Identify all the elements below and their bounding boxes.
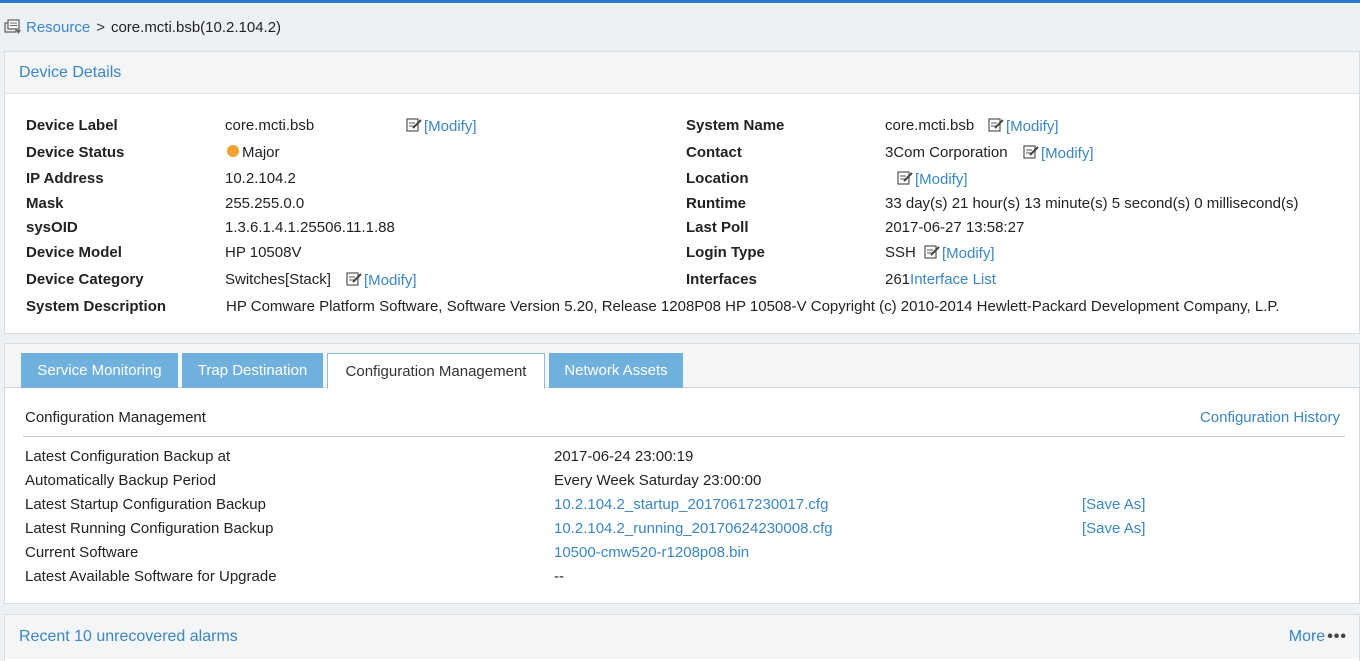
interface-list-link[interactable]: Interface List <box>910 271 996 288</box>
more-dots-icon: ••• <box>1327 628 1347 645</box>
login-type-modify[interactable]: [Modify] <box>924 244 995 262</box>
modify-link[interactable]: [Modify] <box>424 118 477 135</box>
current-software-link[interactable]: 10500-cmw520-r1208p08.bin <box>554 544 749 561</box>
runtime-value: 33 day(s) 21 hour(s) 13 minute(s) 5 seco… <box>885 195 1299 212</box>
tab-network-assets[interactable]: Network Assets <box>549 353 683 388</box>
config-row-label: Current Software <box>25 544 139 561</box>
config-row-label: Latest Available Software for Upgrade <box>25 568 277 585</box>
breadcrumb-separator: > <box>96 18 105 36</box>
edit-icon <box>346 271 362 287</box>
device-label-value: core.mcti.bsb <box>225 117 315 134</box>
config-row-value: -- <box>554 568 564 585</box>
device-details-header: Device Details <box>5 52 1359 94</box>
config-row: Current Software 10500-cmw520-r1208p08.b… <box>25 544 1345 564</box>
interfaces-key: Interfaces <box>686 271 757 288</box>
tab-bar: Service Monitoring Trap Destination Conf… <box>5 344 1359 389</box>
mask-key: Mask <box>26 195 64 212</box>
recent-alarms-header: Recent 10 unrecovered alarms <box>5 615 1359 659</box>
interfaces-count: 261 <box>885 271 911 288</box>
login-type-value: SSH <box>885 244 916 261</box>
device-category-key: Device Category <box>26 271 144 288</box>
device-category-modify[interactable]: [Modify] <box>346 271 417 289</box>
last-poll-key: Last Poll <box>686 219 749 236</box>
device-status-value: Major <box>242 144 280 161</box>
config-row: Automatically Backup Period Every Week S… <box>25 472 1345 492</box>
last-poll-value: 2017-06-27 13:58:27 <box>885 219 1025 236</box>
config-row: Latest Available Software for Upgrade -- <box>25 568 1345 588</box>
config-row: Latest Configuration Backup at 2017-06-2… <box>25 448 1345 468</box>
device-model-value: HP 10508V <box>225 244 302 261</box>
breadcrumb-resource-link[interactable]: Resource <box>26 19 90 36</box>
edit-icon <box>406 117 422 133</box>
config-row-label: Latest Startup Configuration Backup <box>25 496 266 513</box>
modify-link[interactable]: [Modify] <box>1006 118 1059 135</box>
contact-modify[interactable]: [Modify] <box>1023 144 1094 162</box>
device-label-modify[interactable]: [Modify] <box>406 117 477 135</box>
device-status-key: Device Status <box>26 144 125 161</box>
device-tabs-panel: Service Monitoring Trap Destination Conf… <box>4 343 1360 604</box>
modify-link[interactable]: [Modify] <box>1041 145 1094 162</box>
edit-icon <box>897 170 913 186</box>
running-config-file-link[interactable]: 10.2.104.2_running_20170624230008.cfg <box>554 520 833 537</box>
tab-configuration-management[interactable]: Configuration Management <box>327 353 545 389</box>
config-row-label: Automatically Backup Period <box>25 472 216 489</box>
config-row-label: Latest Configuration Backup at <box>25 448 231 465</box>
modify-link[interactable]: [Modify] <box>942 245 995 262</box>
system-name-value: core.mcti.bsb <box>885 117 975 134</box>
interfaces-value-wrap: 261Interface List <box>885 271 996 288</box>
sysoid-key: sysOID <box>26 219 78 236</box>
status-dot-icon <box>227 145 239 157</box>
sysoid-value: 1.3.6.1.4.1.25506.11.1.88 <box>225 219 395 236</box>
config-row-label: Latest Running Configuration Backup <box>25 520 274 537</box>
more-label: More <box>1288 628 1326 645</box>
device-details-title: Device Details <box>19 63 122 81</box>
edit-icon <box>1023 144 1039 160</box>
location-modify[interactable]: [Modify] <box>897 170 968 188</box>
top-accent-bar <box>0 0 1360 3</box>
section-divider <box>23 436 1345 437</box>
config-section-title: Configuration Management <box>25 409 206 426</box>
tab-trap-destination[interactable]: Trap Destination <box>182 353 323 388</box>
config-row-value: Every Week Saturday 23:00:00 <box>554 472 762 489</box>
startup-save-as-link[interactable]: [Save As] <box>1082 496 1145 513</box>
config-row-value: 2017-06-24 23:00:19 <box>554 448 694 465</box>
mask-value: 255.255.0.0 <box>225 195 305 212</box>
device-label-key: Device Label <box>26 117 118 134</box>
modify-link[interactable]: [Modify] <box>364 272 417 289</box>
recent-alarms-panel: Recent 10 unrecovered alarms More ••• <box>4 614 1360 661</box>
edit-icon <box>924 244 940 260</box>
device-details-panel: Device Details Device Label core.mcti.bs… <box>4 51 1360 334</box>
system-name-key: System Name <box>686 117 785 134</box>
system-description-value: HP Comware Platform Software, Software V… <box>226 298 1280 315</box>
device-category-value: Switches[Stack] <box>225 271 331 288</box>
config-row: Latest Startup Configuration Backup 10.2… <box>25 496 1345 516</box>
running-save-as-link[interactable]: [Save As] <box>1082 520 1145 537</box>
location-key: Location <box>686 170 749 187</box>
system-name-modify[interactable]: [Modify] <box>988 117 1059 135</box>
modify-link[interactable]: [Modify] <box>915 171 968 188</box>
ip-address-key: IP Address <box>26 170 104 187</box>
breadcrumb-current: core.mcti.bsb(10.2.104.2) <box>110 18 282 36</box>
configuration-history-link[interactable]: Configuration History <box>1200 409 1340 426</box>
device-status-value-wrap: Major <box>227 144 280 161</box>
resource-icon <box>4 19 22 35</box>
breadcrumb: Resource > core.mcti.bsb(10.2.104.2) <box>4 18 281 36</box>
runtime-key: Runtime <box>686 195 746 212</box>
startup-config-file-link[interactable]: 10.2.104.2_startup_20170617230017.cfg <box>554 496 828 513</box>
recent-alarms-title: Recent 10 unrecovered alarms <box>19 628 238 645</box>
config-row: Latest Running Configuration Backup 10.2… <box>25 520 1345 540</box>
device-model-key: Device Model <box>26 244 122 261</box>
contact-key: Contact <box>686 144 742 161</box>
ip-address-value: 10.2.104.2 <box>225 170 296 187</box>
contact-value: 3Com Corporation <box>885 144 1008 161</box>
tab-service-monitoring[interactable]: Service Monitoring <box>21 353 178 388</box>
login-type-key: Login Type <box>686 244 765 261</box>
more-alarms-link[interactable]: More ••• <box>1289 628 1347 646</box>
edit-icon <box>988 117 1004 133</box>
system-description-key: System Description <box>26 298 167 315</box>
